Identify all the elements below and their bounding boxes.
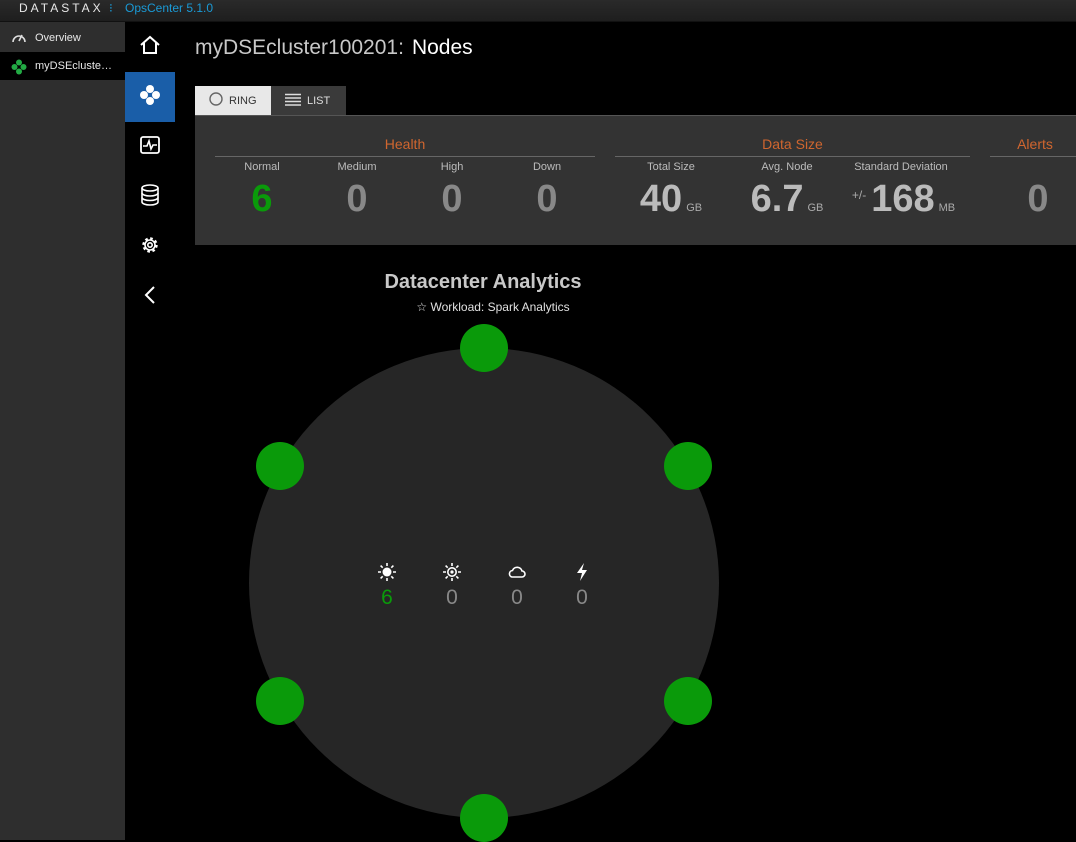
sidebar-item-cluster[interactable]: myDSEcluste…: [0, 52, 125, 80]
avg-node-label: Avg. Node: [761, 161, 813, 173]
sidebar-item-label: myDSEcluste…: [35, 60, 113, 72]
tab-ring[interactable]: RING: [195, 86, 271, 115]
workload-label: ☆ Workload: Spark Analytics: [175, 300, 811, 314]
sidebar-item-label: Overview: [35, 32, 81, 44]
ring-icon: [209, 92, 223, 109]
cluster-name: myDSEcluster100201:: [195, 36, 404, 59]
gauge-icon: [11, 31, 27, 46]
health-medium-label: Medium: [337, 161, 377, 173]
nodes-icon: [139, 84, 161, 111]
alerts-title: Alerts: [1017, 136, 1053, 152]
std-dev-value: +/- 168 MB: [841, 178, 966, 221]
dashboard-icon: [139, 135, 161, 160]
datacenter-name: Datacenter Analytics: [384, 271, 582, 293]
icon-rail: [125, 22, 175, 840]
collapse-button[interactable]: [125, 272, 175, 322]
std-dev-number: 168: [871, 178, 935, 220]
tab-label: LIST: [307, 94, 331, 107]
home-button[interactable]: [125, 22, 175, 72]
alerts-value[interactable]: 0: [1001, 178, 1075, 221]
health-medium-value[interactable]: 0: [320, 178, 394, 221]
node-dot[interactable]: [256, 441, 305, 490]
workload-count: 0: [497, 562, 537, 610]
node-dot[interactable]: [460, 794, 508, 842]
workload-count: 6: [367, 562, 407, 610]
database-icon: [140, 183, 160, 211]
health-title: Health: [384, 136, 426, 152]
cluster-icon: [11, 59, 27, 78]
health-normal-value[interactable]: 6: [225, 178, 299, 221]
divider: [990, 156, 1076, 157]
nodes-button[interactable]: [125, 72, 175, 122]
star-icon: ☆: [416, 300, 428, 314]
chevron-left-icon: [143, 285, 157, 310]
lightning-icon: [562, 562, 602, 582]
workload-text: Workload: Spark Analytics: [430, 300, 570, 314]
health-down-value[interactable]: 0: [510, 178, 584, 221]
divider: [615, 156, 970, 157]
logo-mark: ⁝: [109, 1, 113, 15]
datacenter-ring: [249, 348, 719, 818]
cloud-icon: [497, 562, 537, 582]
workload-count-value: 6: [381, 586, 393, 609]
data-size-title: Data Size: [762, 136, 823, 152]
node-dot[interactable]: [663, 441, 712, 490]
stats-panel: Health Normal 6 Medium 0 High 0 Down 0 D…: [195, 115, 1076, 245]
home-icon: [139, 35, 161, 60]
unit: GB: [807, 202, 824, 214]
health-high-value[interactable]: 0: [415, 178, 489, 221]
sun-icon: [367, 562, 407, 582]
total-size-number: 40: [639, 178, 683, 220]
unit: GB: [686, 202, 703, 214]
data-button[interactable]: [125, 172, 175, 222]
sidebar-item-overview[interactable]: Overview: [0, 24, 125, 52]
top-bar: DATASTAX ⁝ OpsCenter 5.1.0: [0, 0, 1076, 22]
workload-count-value: 0: [446, 586, 458, 609]
std-dev-label: Standard Deviation: [854, 161, 948, 173]
dashboard-button[interactable]: [125, 122, 175, 172]
gear-icon: [139, 234, 161, 261]
tab-label: RING: [229, 94, 257, 107]
health-high-label: High: [440, 161, 464, 173]
unit: MB: [938, 202, 956, 214]
avg-node-value: 6.7 GB: [747, 178, 827, 221]
workload-count-value: 0: [511, 586, 523, 609]
settings-button[interactable]: [125, 222, 175, 272]
page-title: myDSEcluster100201: Nodes: [195, 36, 473, 60]
node-dot[interactable]: [460, 324, 508, 372]
list-icon: [285, 93, 301, 109]
datastax-logo[interactable]: DATASTAX: [19, 1, 104, 15]
divider: [215, 156, 595, 157]
plus-minus: +/-: [851, 188, 867, 202]
main-content: myDSEcluster100201: Nodes RING LIST Healt…: [175, 22, 1076, 842]
total-size-label: Total Size: [647, 161, 695, 173]
section-name: Nodes: [411, 36, 473, 59]
workload-count: 0: [432, 562, 472, 610]
workload-count-value: 0: [576, 586, 588, 609]
avg-node-number: 6.7: [750, 178, 804, 220]
total-size-value: 40 GB: [631, 178, 711, 221]
health-down-label: Down: [532, 161, 562, 173]
node-dot[interactable]: [256, 676, 305, 725]
tab-list[interactable]: LIST: [271, 86, 346, 115]
product-version: OpsCenter 5.1.0: [125, 1, 214, 15]
workload-count: 0: [562, 562, 602, 610]
sun-outline-icon: [432, 562, 472, 582]
cluster-sidebar: Overview myDSEcluste…: [0, 22, 125, 840]
health-normal-label: Normal: [244, 161, 280, 173]
node-dot[interactable]: [663, 676, 712, 725]
